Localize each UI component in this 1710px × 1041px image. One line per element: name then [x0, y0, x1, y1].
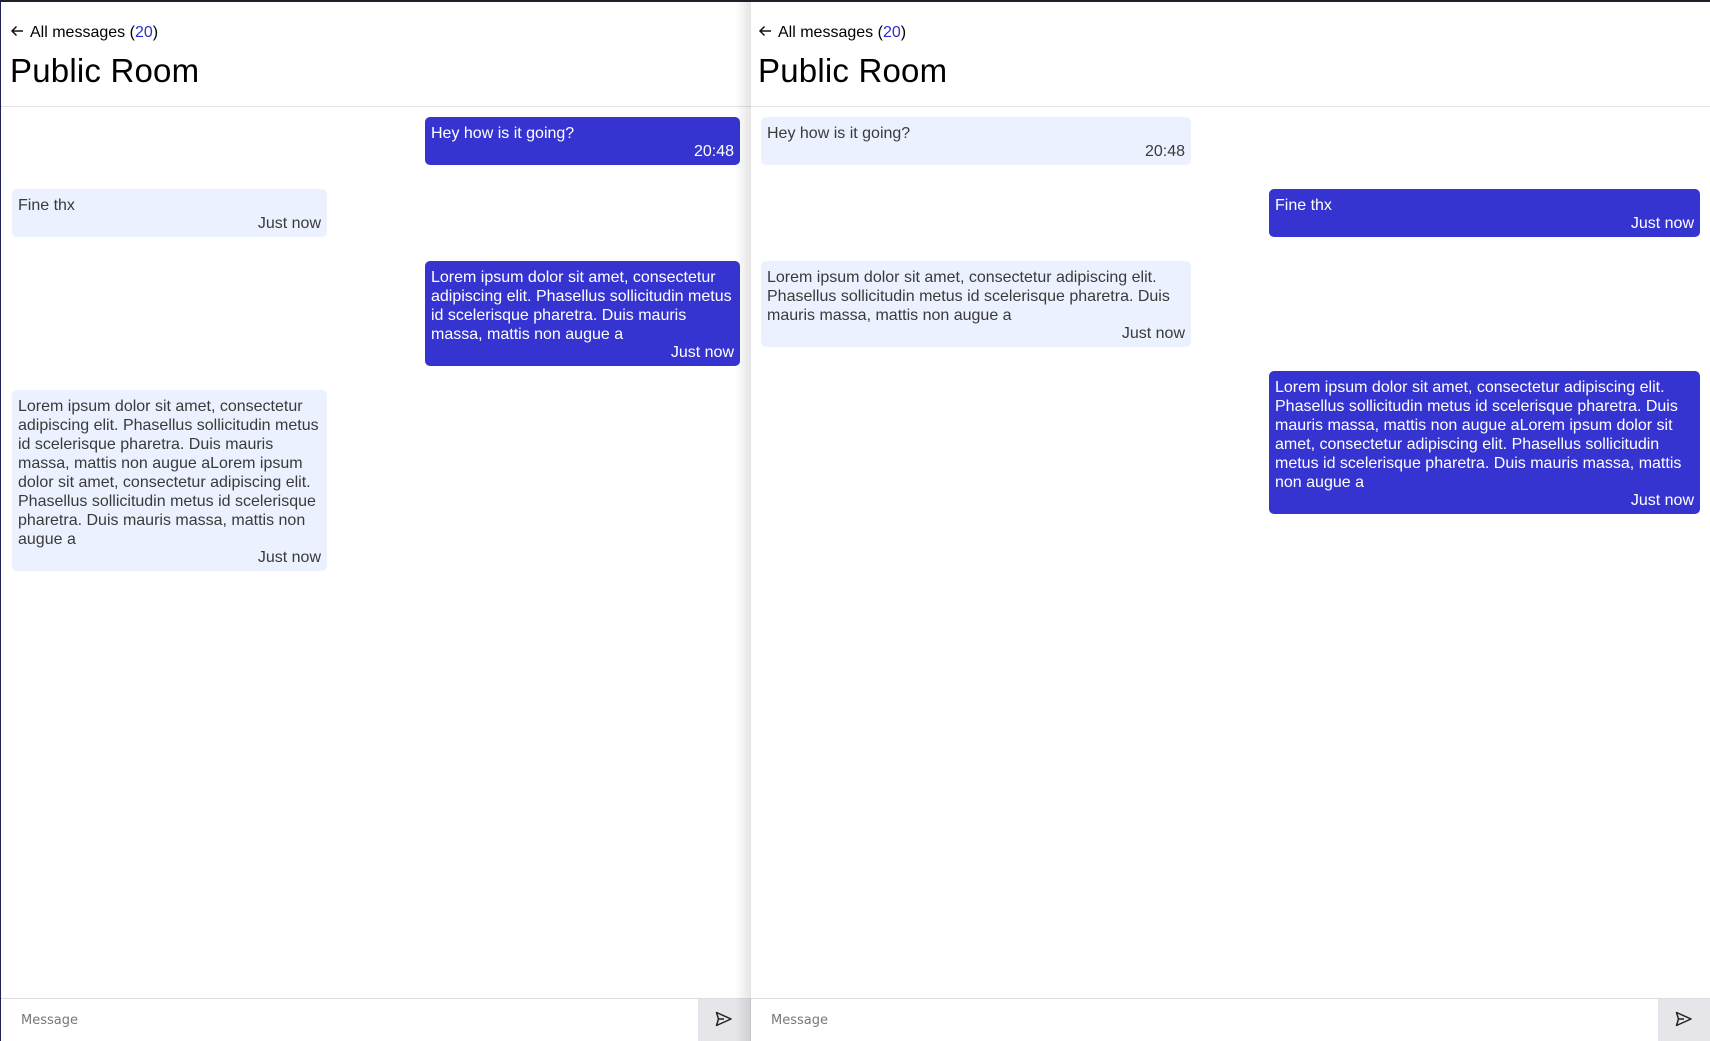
- message-time: 20:48: [693, 143, 734, 160]
- message-bubble[interactable]: Fine thx Just now: [1269, 189, 1700, 237]
- message-composer: [750, 998, 1710, 1041]
- message-input[interactable]: [1, 999, 699, 1041]
- chat-pane-right: All messages (20) Public Room Hey how is…: [750, 0, 1710, 1041]
- send-icon: [715, 1011, 733, 1030]
- chat-pane-left: All messages (20) Public Room Hey how is…: [0, 0, 750, 1041]
- back-to-all-messages-link[interactable]: All messages (20): [10, 22, 158, 44]
- message-bubble[interactable]: Hey how is it going? 20:48: [425, 117, 740, 165]
- message-text: Lorem ipsum dolor sit amet, consectetur …: [1275, 379, 1682, 491]
- chat-header: All messages (20) Public Room: [1, 2, 750, 107]
- message-bubble[interactable]: Lorem ipsum dolor sit amet, consectetur …: [761, 261, 1191, 347]
- message-input[interactable]: [750, 999, 1658, 1041]
- message-text: Lorem ipsum dolor sit amet, consectetur …: [767, 269, 1170, 324]
- message-text: Lorem ipsum dolor sit amet, consectetur …: [431, 269, 732, 343]
- send-icon: [1675, 1011, 1693, 1030]
- message-text: Hey how is it going?: [767, 125, 911, 142]
- message-time: Just now: [1121, 325, 1185, 342]
- chat-header: All messages (20) Public Room: [750, 2, 1710, 107]
- message-text: Fine thx: [18, 197, 75, 214]
- room-title: Public Room: [758, 52, 948, 89]
- message-composer: [1, 998, 750, 1041]
- send-button[interactable]: [1658, 999, 1710, 1041]
- message-time: Just now: [1630, 215, 1694, 232]
- message-time: Just now: [257, 549, 321, 566]
- message-text: Fine thx: [1275, 197, 1332, 214]
- send-button[interactable]: [698, 999, 750, 1041]
- message-time: 20:48: [1144, 143, 1185, 160]
- message-text: Hey how is it going?: [431, 125, 575, 142]
- arrow-left-icon: [10, 24, 30, 43]
- message-time: Just now: [670, 344, 734, 361]
- message-bubble[interactable]: Lorem ipsum dolor sit amet, consectetur …: [12, 390, 327, 571]
- back-label: All messages: [30, 24, 126, 41]
- back-to-all-messages-link[interactable]: All messages (20): [758, 22, 906, 44]
- message-time: Just now: [1630, 492, 1694, 509]
- arrow-left-icon: [758, 24, 778, 43]
- message-bubble[interactable]: Lorem ipsum dolor sit amet, consectetur …: [425, 261, 740, 366]
- message-count: 20: [882, 24, 901, 41]
- message-bubble[interactable]: Fine thx Just now: [12, 189, 327, 237]
- room-title: Public Room: [10, 52, 200, 89]
- message-time: Just now: [257, 215, 321, 232]
- message-text: Lorem ipsum dolor sit amet, consectetur …: [18, 398, 319, 548]
- message-bubble[interactable]: Lorem ipsum dolor sit amet, consectetur …: [1269, 371, 1700, 514]
- message-count: 20: [134, 24, 153, 41]
- message-bubble[interactable]: Hey how is it going? 20:48: [761, 117, 1191, 165]
- back-label: All messages: [778, 24, 874, 41]
